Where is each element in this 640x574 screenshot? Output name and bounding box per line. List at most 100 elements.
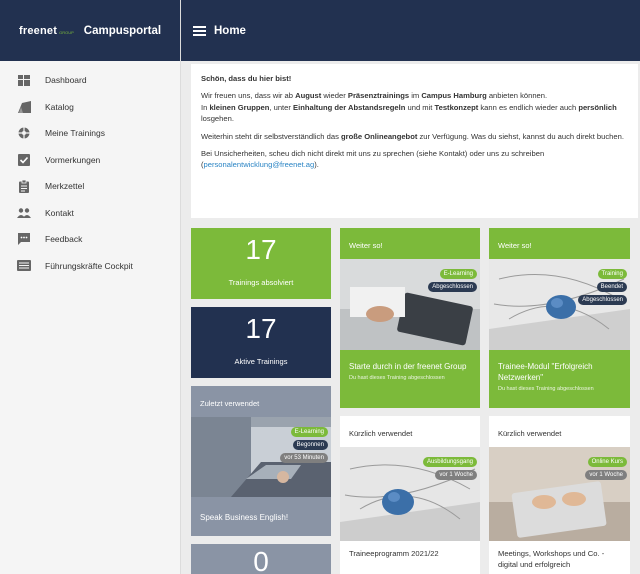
badge-group: Ausbildungsgang vor 1 Woche: [422, 457, 477, 480]
recent-card-1[interactable]: Kürzlich verwendet Ausbildungsgang vor 1…: [340, 416, 480, 574]
text: und mit: [405, 102, 435, 112]
text-bold: Präsenztrainings: [347, 91, 410, 101]
menu-icon[interactable]: [193, 25, 206, 36]
text: zur Verfügung. Was du siehst, kannst du …: [417, 131, 624, 141]
sidebar-item-feedback[interactable]: Feedback: [0, 226, 180, 253]
badge: Abgeschlossen: [578, 295, 627, 305]
cockpit-icon: [17, 259, 31, 272]
email-link[interactable]: personalentwicklung@freenet.ag: [204, 160, 315, 169]
welcome-panel: Schön, dass du hier bist! Wir freuen uns…: [191, 64, 638, 218]
text-bold: Campus Hamburg: [421, 91, 487, 101]
text: ).: [314, 160, 319, 170]
top-bar: Home: [181, 0, 640, 61]
card-footer: Trainee-Modul "Erfolgreich Netzwerken" D…: [489, 354, 630, 392]
text-bold: August: [295, 91, 322, 101]
training-image: E-Learning Begonnen vor 53 Minuten: [191, 417, 331, 497]
stat-value: 17: [245, 313, 277, 344]
text-bold: Einhaltung der Abstandsregeln: [293, 102, 406, 112]
sidebar-item-merkzettel[interactable]: Merkzettel: [0, 173, 180, 200]
sidebar-item-label: Feedback: [45, 234, 83, 245]
training-image: Training Beendet Abgeschlossen: [489, 259, 630, 350]
sidebar-item-label: Führungskräfte Cockpit: [45, 260, 133, 271]
card-header: Kürzlich verwendet: [498, 429, 562, 438]
page-title: Home: [214, 24, 246, 37]
text: Wir freuen uns, dass wir ab: [201, 91, 296, 101]
brand-bar: freenet GROUP Campusportal: [0, 0, 180, 61]
badge: Begonnen: [292, 440, 328, 450]
stat-active-trainings[interactable]: 17 Aktive Trainings: [191, 307, 331, 378]
badge-group: Online Kurs vor 1 Woche: [585, 457, 627, 480]
badge: vor 1 Woche: [585, 470, 627, 480]
sidebar-nav: Dashboard Katalog Meine Trainings Vormer…: [0, 61, 180, 279]
trainings-icon: [17, 127, 31, 140]
badge: Beendet: [596, 282, 627, 292]
text: Weiterhin steht dir selbstverständlich d…: [201, 131, 341, 141]
sidebar-item-fuehrungskraefte-cockpit[interactable]: Führungskräfte Cockpit: [0, 253, 180, 280]
people-icon: [17, 206, 31, 219]
badge: E-Learning: [439, 269, 477, 279]
text-bold: Testkonzept: [434, 102, 479, 112]
sidebar-item-vormerkungen[interactable]: Vormerkungen: [0, 147, 180, 174]
text-bold: persönlich: [578, 102, 617, 112]
text-bold: große Onlineangebot: [341, 131, 418, 141]
sidebar-item-label: Katalog: [45, 101, 74, 112]
badge-group: Training Beendet Abgeschlossen: [578, 269, 627, 305]
welcome-heading: Schön, dass du hier bist!: [201, 74, 292, 83]
sidebar-item-dashboard[interactable]: Dashboard: [0, 67, 180, 94]
sidebar-item-label: Vormerkungen: [45, 154, 101, 165]
welcome-paragraph-3: Bei Unsicherheiten, scheu dich nicht dir…: [201, 148, 628, 171]
text: losgehen.: [201, 114, 234, 124]
badge: Online Kurs: [587, 457, 627, 467]
sidebar-item-meine-trainings[interactable]: Meine Trainings: [0, 120, 180, 147]
logo-group-tag: GROUP: [59, 29, 74, 35]
text-bold: kleinen Gruppen: [209, 102, 270, 112]
text: wieder: [321, 91, 348, 101]
card-footer: Starte durch in der freenet Group Du has…: [340, 354, 480, 381]
badge: Training: [597, 269, 627, 279]
card-footer: Speak Business English!: [191, 505, 331, 524]
training-image: Online Kurs vor 1 Woche: [489, 447, 630, 541]
recent-card-2[interactable]: Kürzlich verwendet Online Kurs vor 1 Woc…: [489, 416, 630, 574]
stat-trainings-completed[interactable]: 17 Trainings absolviert: [191, 228, 331, 299]
freenet-logo[interactable]: freenet: [19, 25, 57, 37]
sidebar-item-label: Merkzettel: [45, 181, 85, 192]
sidebar: freenet GROUP Campusportal Dashboard Kat…: [0, 0, 181, 574]
checkbox-icon: [17, 153, 31, 166]
card-title: Trainee-Modul "Erfolgreich Netzwerken": [498, 362, 593, 382]
card-subtitle: Du hast dieses Training abgeschlossen: [349, 374, 445, 381]
card-title: Meetings, Workshops und Co. - digital un…: [498, 549, 605, 570]
stat-label: Aktive Trainings: [234, 357, 288, 366]
dashboard-icon: [17, 74, 31, 87]
continue-card-2[interactable]: Weiter so! Training Beendet Abgeschlosse…: [489, 228, 630, 408]
sidebar-item-katalog[interactable]: Katalog: [0, 94, 180, 121]
card-header: Kürzlich verwendet: [349, 429, 413, 438]
text: kann es endlich wieder auch: [478, 102, 579, 112]
welcome-paragraph-1: Wir freuen uns, dass wir ab August wiede…: [201, 90, 628, 124]
badge: vor 53 Minuten: [280, 453, 328, 463]
continue-card-1[interactable]: Weiter so! E-Learning Abgeschlossen Star…: [340, 228, 480, 408]
clipboard-icon: [17, 179, 31, 193]
badge-group: E-Learning Abgeschlossen: [428, 269, 477, 292]
card-title: Traineeprogramm 2021/22: [349, 549, 439, 558]
stat-label: Trainings absolviert: [228, 278, 294, 287]
badge: E-Learning: [290, 427, 328, 437]
card-header: Weiter so!: [498, 241, 532, 250]
stat-value: 0: [253, 546, 269, 574]
badge: vor 1 Woche: [435, 470, 477, 480]
card-header: Zuletzt verwendet: [200, 399, 260, 408]
welcome-paragraph-2: Weiterhin steht dir selbstverständlich d…: [201, 131, 628, 142]
card-subtitle: Du hast dieses Training abgeschlossen: [498, 385, 594, 392]
sidebar-item-kontakt[interactable]: Kontakt: [0, 200, 180, 227]
card-header: Weiter so!: [349, 241, 383, 250]
text: , unter: [269, 102, 294, 112]
badge: Ausbildungsgang: [422, 457, 477, 467]
stat-third[interactable]: 0: [191, 544, 331, 574]
text: anbieten können.: [486, 91, 548, 101]
badge-group: E-Learning Begonnen vor 53 Minuten: [280, 427, 328, 463]
recent-training-card[interactable]: Zuletzt verwendet E-Learning Begonnen vo…: [191, 386, 331, 536]
training-image: E-Learning Abgeschlossen: [340, 259, 480, 350]
sidebar-item-label: Meine Trainings: [45, 128, 106, 139]
feedback-icon: [17, 233, 31, 246]
stat-value: 17: [245, 234, 277, 265]
training-image: Ausbildungsgang vor 1 Woche: [340, 447, 480, 541]
